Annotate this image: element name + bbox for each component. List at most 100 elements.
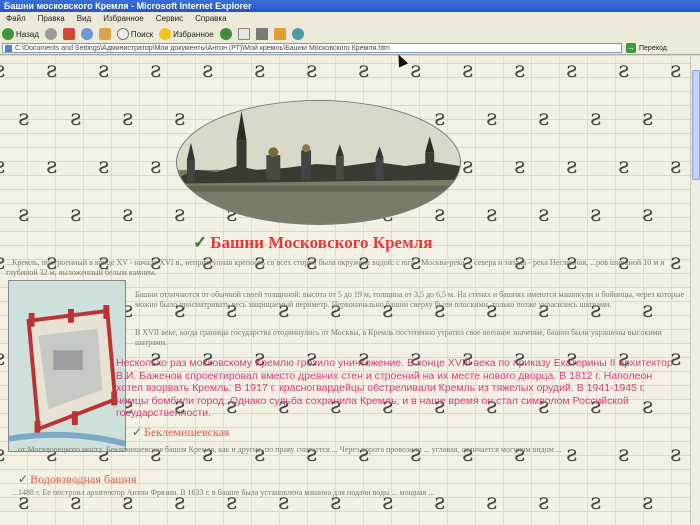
menu-help[interactable]: Справка <box>195 12 226 26</box>
beklemishevskaya-heading: ✓ Беклемишевская <box>132 425 229 440</box>
watermark-glyph: ƨ <box>18 202 30 227</box>
watermark-glyph: ƨ <box>174 106 186 131</box>
menu-edit[interactable]: Правка <box>38 12 65 26</box>
star-icon <box>159 28 172 40</box>
watermark-glyph: ƨ <box>462 58 474 83</box>
favorites-label: Избранное <box>173 29 214 39</box>
watermark-glyph: ƨ <box>150 154 162 179</box>
watermark-glyph: ƨ <box>70 106 82 131</box>
stop-icon <box>62 28 75 40</box>
watermark-glyph: ƨ <box>254 58 266 83</box>
page-heading: ✓ Башни Московского Кремля <box>193 233 432 253</box>
watermark-glyph: ƨ <box>0 156 5 178</box>
watermark-glyph: ƨ <box>566 58 578 83</box>
go-label: Переход <box>639 44 667 52</box>
kremlin-panorama-image <box>176 100 461 225</box>
page-heading-text: Башни Московского Кремля <box>210 233 433 252</box>
watermark-glyph: ƨ <box>18 106 30 131</box>
watermark-glyph: ƨ <box>538 202 550 227</box>
watermark-glyph: ƨ <box>566 154 578 179</box>
edit-button[interactable] <box>273 28 286 40</box>
back-arrow-icon <box>2 28 14 40</box>
watermark-glyph: ƨ <box>0 444 5 466</box>
watermark-glyph: ƨ <box>174 202 186 227</box>
check-icon: ✓ <box>132 425 143 439</box>
back-label: Назад <box>16 29 39 39</box>
watermark-glyph: ƨ <box>410 58 422 83</box>
forward-button[interactable] <box>44 28 57 40</box>
beklemishevskaya-heading-text: Беклемишевская <box>144 425 230 439</box>
vodovzvodnaya-paragraph: ...1488 г. Ее построил архитектор Антон … <box>12 488 435 497</box>
scrollbar-thumb[interactable] <box>692 70 700 180</box>
print-button[interactable] <box>255 28 268 40</box>
check-icon: ✓ <box>18 472 29 486</box>
watermark-glyph: ƨ <box>46 58 58 83</box>
vertical-scrollbar[interactable] <box>690 56 700 525</box>
refresh-button[interactable] <box>80 28 93 40</box>
watermark-glyph: ƨ <box>670 58 682 83</box>
watermark-glyph: ƨ <box>486 106 498 131</box>
kremlin-plan-drawing <box>8 281 126 451</box>
mail-icon <box>237 28 250 40</box>
kremlin-plan-image <box>8 280 126 452</box>
menu-file[interactable]: Файл <box>6 12 26 26</box>
watermark-glyph: ƨ <box>0 252 5 274</box>
watermark-glyph: ƨ <box>486 202 498 227</box>
watermark-glyph: ƨ <box>514 58 526 83</box>
search-icon <box>116 28 129 40</box>
toolbar: Назад Поиск Избранное <box>0 26 700 42</box>
back-button[interactable]: Назад <box>2 28 39 40</box>
search-label: Поиск <box>130 29 154 39</box>
messenger-button[interactable] <box>291 28 304 40</box>
menu-tools[interactable]: Сервис <box>156 12 183 26</box>
forward-arrow-icon <box>44 28 57 40</box>
address-value: C:\Documents and Settings\Администратор\… <box>15 45 390 52</box>
beklemishevskaya-paragraph: ...от Москворецкого моста. Беклемишевска… <box>12 445 562 454</box>
watermark-glyph: ƨ <box>514 154 526 179</box>
address-input[interactable]: C:\Documents and Settings\Администратор\… <box>2 43 622 53</box>
home-button[interactable] <box>98 28 111 40</box>
search-button[interactable]: Поиск <box>116 28 154 40</box>
watermark-glyph: ƨ <box>98 58 110 83</box>
watermark-glyph: ƨ <box>618 58 630 83</box>
history-icon <box>219 28 232 40</box>
address-bar: C:\Documents and Settings\Администратор\… <box>0 42 700 55</box>
watermark-glyph: ƨ <box>434 202 446 227</box>
watermark-glyph: ƨ <box>98 154 110 179</box>
window-title: Башни московского Кремля - Microsoft Int… <box>0 0 700 12</box>
check-icon: ✓ <box>193 233 208 252</box>
watermark-glyph: ƨ <box>0 348 5 370</box>
stop-button[interactable] <box>62 28 75 40</box>
edit-icon <box>273 28 286 40</box>
destruction-paragraph: Несколько раз московскому Кремлю грозило… <box>116 357 673 419</box>
watermark-glyph: ƨ <box>642 106 654 131</box>
favorites-button[interactable]: Избранное <box>159 28 214 40</box>
vodovzvodnaya-heading-text: Водовзводная башня <box>30 472 137 486</box>
towers-paragraph: Башни отличаются от обычной своей толщин… <box>135 290 685 309</box>
watermark-glyph: ƨ <box>590 106 602 131</box>
watermark-glyph: ƨ <box>202 58 214 83</box>
home-icon <box>98 28 111 40</box>
kremlin-panorama-drawing <box>177 101 460 224</box>
history-button[interactable] <box>219 28 232 40</box>
watermark-glyph: ƨ <box>70 202 82 227</box>
watermark-glyph: ƨ <box>618 154 630 179</box>
mail-button[interactable] <box>237 28 250 40</box>
page-favicon-icon <box>5 45 12 52</box>
refresh-icon <box>80 28 93 40</box>
menu-view[interactable]: Вид <box>77 12 91 26</box>
watermark-glyph: ƨ <box>150 58 162 83</box>
go-button[interactable]: → Переход <box>626 43 667 53</box>
print-icon <box>255 28 268 40</box>
watermark-glyph: ƨ <box>462 154 474 179</box>
menu-favorites[interactable]: Избранное <box>103 12 144 26</box>
vodovzvodnaya-heading: ✓ Водовзводная башня <box>18 472 136 487</box>
watermark-glyph: ƨ <box>122 202 134 227</box>
watermark-glyph: ƨ <box>642 202 654 227</box>
messenger-icon <box>291 28 304 40</box>
intro-paragraph: ...Кремль, построенный в конце XV - нача… <box>6 258 665 277</box>
watermark-glyph: ƨ <box>122 106 134 131</box>
go-arrow-icon: → <box>626 43 636 53</box>
history-paragraph: В XVII веке, когда границы государства о… <box>135 328 662 347</box>
watermark-glyph: ƨ <box>538 106 550 131</box>
